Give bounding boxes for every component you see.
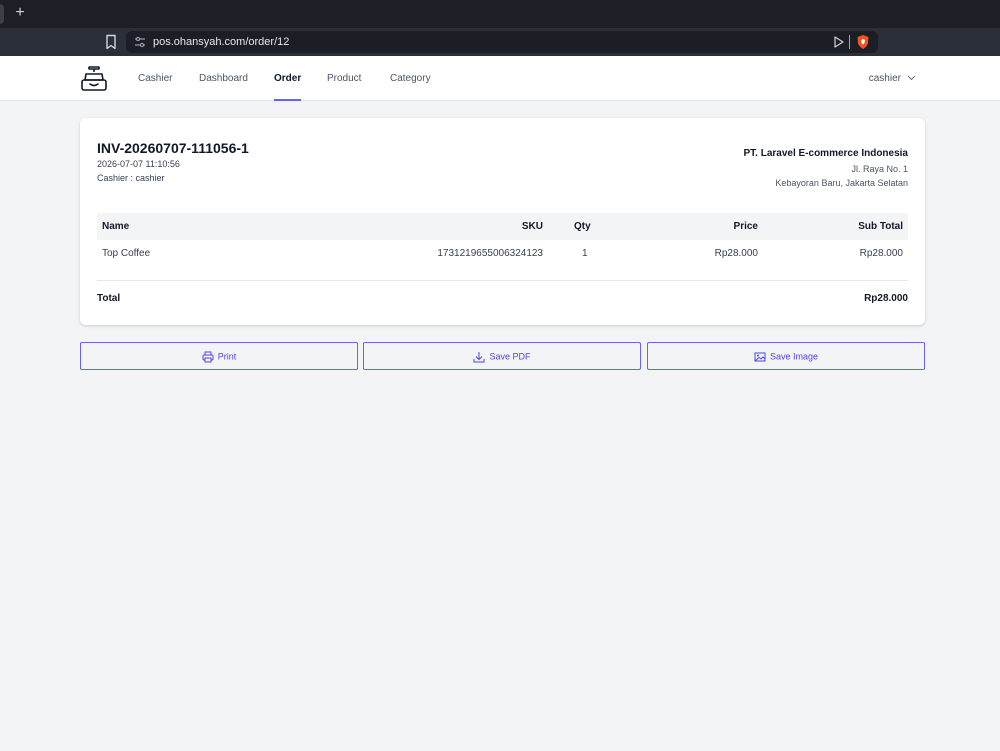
col-subtotal: Sub Total [858,221,903,232]
invoice-cashier: Cashier : cashier [97,173,165,183]
total-value: Rp28.000 [864,293,908,304]
invoice-number: INV-20260707-111056-1 [97,140,249,156]
cash-register-icon[interactable] [80,65,108,93]
total-label: Total [97,293,121,304]
nav-cashier[interactable]: Cashier [138,56,172,101]
user-name: cashier [868,73,901,84]
col-price: Price [733,221,758,232]
item-name: Top Coffee [102,248,151,259]
nav-dashboard[interactable]: Dashboard [199,56,248,101]
printer-icon [202,351,214,363]
browser-toolbar: pos.ohansyah.com/order/12 [0,28,1000,56]
user-menu[interactable]: cashier [869,56,916,101]
app-navbar: Cashier Dashboard Order Product Category… [0,56,1000,101]
print-button[interactable]: Print [80,342,358,370]
col-qty: Qty [574,221,591,232]
brave-shield-icon[interactable] [856,34,870,50]
browser-tab[interactable] [0,4,4,24]
print-label: Print [217,351,237,362]
save-image-label: Save Image [769,351,819,362]
table-header: Name SKU Qty Price Sub Total [97,213,908,240]
browser-tab-strip: + [0,0,1000,28]
table-row: Top Coffee 1731219655006324123 1 Rp28.00… [97,240,908,268]
bookmark-icon[interactable] [104,34,118,50]
save-pdf-label: Save PDF [489,351,531,362]
toolbar-divider [849,35,850,49]
invoice-datetime: 2026-07-07 11:10:56 [97,159,180,169]
item-subtotal: Rp28.000 [859,248,903,259]
address-bar[interactable]: pos.ohansyah.com/order/12 [126,31,878,53]
item-qty: 1 [582,248,588,259]
col-sku: SKU [521,221,543,232]
download-icon [473,351,485,363]
send-icon[interactable] [834,36,844,48]
chevron-down-icon [907,76,916,81]
company-name: PT. Laravel E-commerce Indonesia [743,148,908,159]
item-sku: 1731219655006324123 [437,248,543,259]
item-price: Rp28.000 [714,248,758,259]
company-address-line1: Jl. Raya No. 1 [851,164,908,174]
nav-order[interactable]: Order [274,56,302,101]
url-text[interactable]: pos.ohansyah.com/order/12 [153,31,289,53]
save-pdf-button[interactable]: Save PDF [363,342,641,370]
company-address-line2: Kebayoran Baru, Jakarta Selatan [775,178,908,188]
table-divider [97,280,908,281]
nav-category[interactable]: Category [390,56,431,101]
invoice-card: INV-20260707-111056-1 2026-07-07 11:10:5… [80,118,925,325]
site-settings-icon[interactable] [134,35,146,49]
nav-product[interactable]: Product [327,56,361,101]
image-icon [754,352,766,362]
col-name: Name [102,221,130,232]
new-tab-button[interactable]: + [12,3,28,23]
save-image-button[interactable]: Save Image [647,342,925,370]
